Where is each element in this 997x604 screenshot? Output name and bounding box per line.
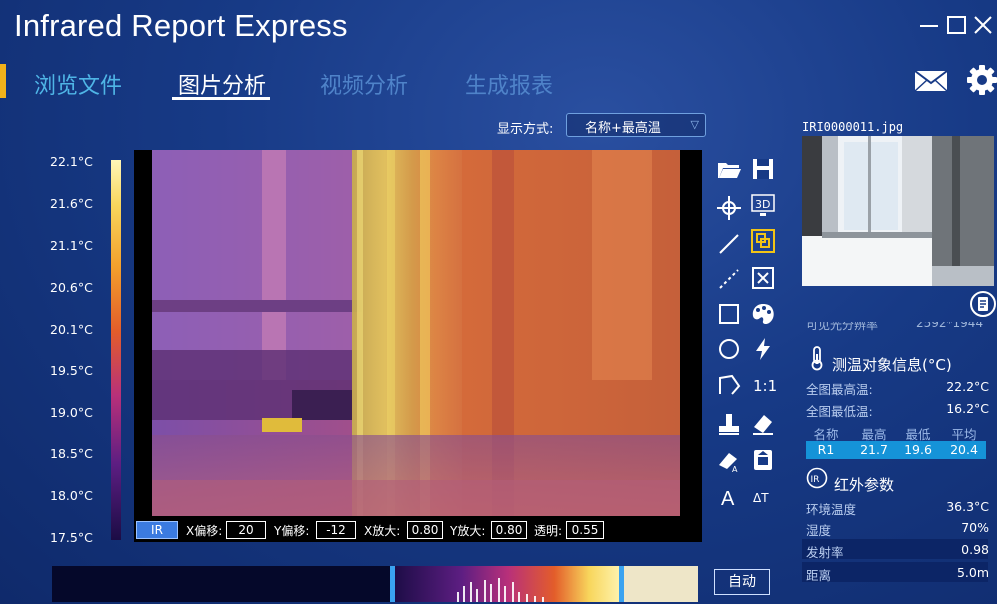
overlay-params-bar: IR X偏移: 20 Y偏移: -12 X放大: 0.80 Y放大: 0.80 …	[134, 518, 702, 542]
gear-icon[interactable]	[966, 64, 997, 96]
min-temp-label: 全图最低温:	[806, 404, 873, 419]
scale-label: 22.1°C	[50, 154, 93, 169]
export-image-icon[interactable]	[750, 447, 776, 473]
mail-icon[interactable]	[914, 70, 948, 92]
ambient-temp-value: 36.3°C	[946, 499, 989, 514]
y-zoom-label: Y放大:	[450, 524, 486, 538]
x-offset-input[interactable]: 20	[226, 521, 266, 539]
ir-badge-text: IR	[811, 475, 820, 485]
scale-label: 17.5°C	[50, 530, 93, 545]
display-mode-select[interactable]: 名称+最高温 ▽	[566, 113, 706, 137]
color-scale-bar	[111, 160, 121, 540]
scale-label: 18.5°C	[50, 446, 93, 461]
scale-label: 19.0°C	[50, 405, 93, 420]
palette-icon[interactable]	[750, 301, 776, 327]
max-temp-value: 22.2°C	[946, 379, 989, 394]
y-zoom-input[interactable]: 0.80	[491, 521, 527, 539]
distance-label: 距离	[806, 568, 832, 583]
scale-label: 20.6°C	[50, 280, 93, 295]
x-zoom-label: X放大:	[364, 524, 401, 538]
temperature-histogram[interactable]	[52, 566, 698, 602]
max-temp-label: 全图最高温:	[806, 382, 873, 397]
visible-light-preview[interactable]	[802, 136, 994, 286]
polyline-tool-icon[interactable]	[716, 266, 742, 292]
stamp-tool-icon[interactable]	[716, 411, 742, 437]
transparency-label: 透明:	[534, 524, 563, 538]
ir-badge-icon: IR	[806, 467, 828, 493]
visible-resolution-row: 可见光分辨率 2592*1944	[806, 322, 990, 334]
table-cell-name: R1	[817, 442, 835, 457]
open-folder-icon[interactable]	[716, 156, 742, 182]
maximize-button[interactable]	[946, 14, 968, 36]
file-name: IRI0000011.jpg	[802, 120, 904, 134]
minimize-button[interactable]	[918, 14, 940, 36]
y-offset-label: Y偏移:	[274, 524, 310, 538]
tab-video-analysis[interactable]: 视频分析	[320, 68, 408, 100]
ir-toggle-button[interactable]: IR	[136, 521, 178, 539]
measure-section-title: 测温对象信息(°C)	[832, 356, 952, 374]
3d-view-label: 3D	[755, 198, 770, 211]
active-tab-underline	[172, 97, 270, 100]
save-icon[interactable]	[750, 156, 776, 182]
close-button[interactable]	[972, 14, 994, 36]
eraser-icon[interactable]	[750, 411, 776, 437]
visible-resolution-label: 可见光分辨率	[806, 322, 879, 332]
display-mode-value: 名称+最高温	[585, 121, 661, 136]
actual-size-icon[interactable]: 1:1	[750, 372, 777, 398]
copy-region-icon[interactable]	[750, 228, 776, 254]
tab-browse-files[interactable]: 浏览文件	[34, 68, 122, 100]
lightning-icon[interactable]	[750, 336, 776, 362]
visible-resolution-value: 2592*1944	[916, 322, 984, 330]
table-cell-max: 21.7	[860, 442, 888, 457]
distance-value: 5.0m	[956, 565, 989, 580]
delta-t-label: ΔT	[753, 491, 769, 505]
transparency-input[interactable]: 0.55	[566, 521, 604, 539]
emissivity-value: 0.98	[961, 542, 989, 557]
3d-view-icon[interactable]: 3D	[750, 192, 776, 218]
ambient-temp-label: 环境温度	[806, 502, 857, 517]
actual-size-label: 1:1	[753, 377, 776, 395]
table-cell-min: 19.6	[904, 442, 932, 457]
scale-label: 21.6°C	[50, 196, 93, 211]
rectangle-tool-icon[interactable]	[716, 301, 742, 327]
scale-label: 18.0°C	[50, 488, 93, 503]
humidity-value: 70%	[961, 520, 989, 535]
tab-image-analysis[interactable]: 图片分析	[178, 68, 266, 100]
tab-generate-report[interactable]: 生成报表	[465, 68, 553, 100]
x-offset-label: X偏移:	[186, 524, 223, 538]
ellipse-tool-icon[interactable]	[716, 336, 742, 362]
line-tool-icon[interactable]	[716, 231, 742, 257]
thermal-image-viewport[interactable]	[134, 150, 702, 538]
thermometer-icon	[806, 345, 828, 371]
app-title: Infrared Report Express	[14, 8, 348, 43]
scale-label: 21.1°C	[50, 238, 93, 253]
delta-t-icon[interactable]: ΔT	[750, 484, 776, 510]
scale-label: 20.1°C	[50, 322, 93, 337]
x-zoom-input[interactable]: 0.80	[407, 521, 443, 539]
display-mode-label: 显示方式:	[497, 122, 554, 137]
ir-section-title: 红外参数	[834, 476, 895, 494]
auto-annotate-icon[interactable]: A	[716, 447, 742, 474]
tab-accent-bar	[0, 64, 6, 98]
svg-text:A: A	[732, 465, 738, 473]
chevron-down-icon: ▽	[690, 118, 699, 131]
scale-label: 19.5°C	[50, 363, 93, 378]
delete-shape-icon[interactable]	[750, 265, 776, 291]
crosshair-point-icon[interactable]	[716, 195, 742, 221]
humidity-label: 湿度	[806, 523, 832, 538]
text-tool-glyph: A	[721, 488, 735, 510]
emissivity-label: 发射率	[806, 545, 844, 560]
table-cell-avg: 20.4	[950, 442, 978, 457]
thermal-image[interactable]	[152, 150, 680, 516]
min-temp-value: 16.2°C	[946, 401, 989, 416]
object-table-header: 名称 最高 最低 平均	[806, 423, 990, 442]
text-tool-icon[interactable]: A	[716, 484, 742, 510]
polygon-tool-icon[interactable]	[716, 372, 742, 398]
y-offset-input[interactable]: -12	[316, 521, 356, 539]
auto-button[interactable]: 自动	[714, 569, 770, 595]
table-row[interactable]: R1 21.7 19.6 20.4	[806, 441, 986, 459]
info-document-icon[interactable]	[970, 291, 996, 317]
